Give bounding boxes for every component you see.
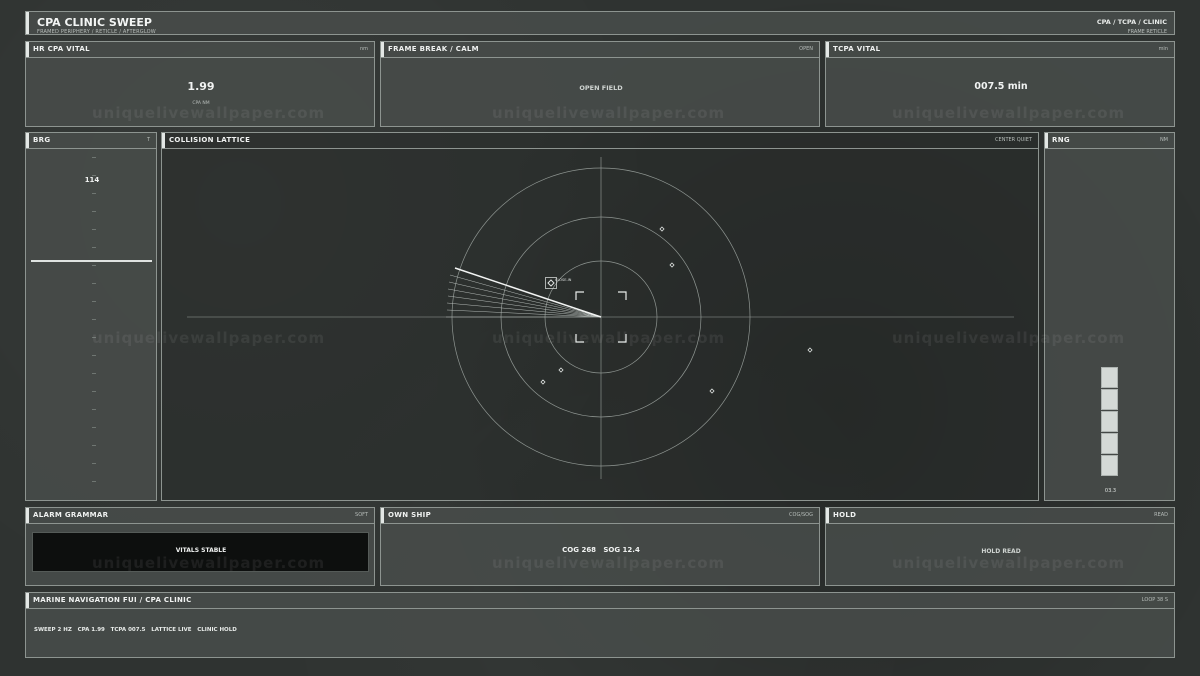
panel-header: ALARM GRAMMAR SOFT (26, 508, 374, 524)
contact-marker (807, 347, 813, 353)
contact-label: CLOSE-IN (555, 278, 572, 282)
bearing-tick (92, 265, 96, 266)
hold-panel: HOLD READ HOLD READ (825, 507, 1175, 586)
frame-break-panel: FRAME BREAK / CALM OPEN OPEN FIELD (380, 41, 820, 127)
breadcrumb[interactable]: CPA / TCPA / CLINIC (1097, 18, 1167, 26)
panel-header: HOLD READ (826, 508, 1174, 524)
bearing-tick (92, 319, 96, 320)
panel-header: BRG T (26, 133, 156, 149)
bearing-tick (92, 427, 96, 428)
panel-title: BRG (33, 136, 51, 144)
contact-marker (659, 226, 665, 232)
range-value: 03.3 (1104, 488, 1117, 494)
contact-marker (558, 367, 564, 373)
bearing-tick (92, 175, 96, 176)
range-bar-segment (1101, 389, 1118, 410)
range-bar-segment (1101, 433, 1118, 454)
frame-value: OPEN FIELD (579, 84, 623, 92)
panel-header: HR CPA VITAL nm (26, 42, 374, 58)
range-bar-segment (1101, 411, 1118, 432)
panel-title: RNG (1052, 136, 1070, 144)
panel-title: HR CPA VITAL (33, 45, 90, 53)
bearing-tick (92, 337, 96, 338)
bearing-tick (92, 355, 96, 356)
panel-header: COLLISION LATTICE CENTER QUIET (162, 133, 1038, 149)
hold-value: HOLD READ (981, 548, 1021, 555)
tcpa-value: 007.5 min (974, 81, 1028, 92)
contact-marker (709, 388, 715, 394)
alarm-status: VITALS STABLE (175, 547, 227, 554)
panel-tag: NM (1159, 137, 1168, 143)
cpa-value: 1.99 (187, 80, 215, 93)
bearing-tick (92, 247, 96, 248)
sweep-afterglow (446, 274, 602, 318)
panel-header: TCPA VITAL min (826, 42, 1174, 58)
bearing-tick (92, 463, 96, 464)
panel-tag: SOFT (355, 512, 368, 518)
bearing-panel: BRG T 114 (25, 132, 157, 501)
contact-target (547, 279, 555, 287)
bearing-tick (92, 373, 96, 374)
bearing-tick (92, 409, 96, 410)
bearing-value: 114 (84, 176, 100, 184)
panel-tag: CENTER QUIET (995, 137, 1032, 143)
bearing-tick (92, 481, 96, 482)
range-bar-segment (1101, 455, 1118, 476)
panel-title: MARINE NAVIGATION FUI / CPA CLINIC (33, 596, 192, 604)
panel-title: COLLISION LATTICE (169, 136, 251, 144)
panel-title: TCPA VITAL (833, 45, 881, 53)
range-panel: RNG NM 03.3 (1044, 132, 1175, 501)
app-subtitle: FRAMED PERIPHERY / RETICLE / AFTERGLOW (37, 29, 156, 35)
bearing-cursor[interactable] (31, 260, 152, 262)
panel-title: OWN SHIP (388, 511, 432, 519)
panel-title: FRAME BREAK / CALM (388, 45, 479, 53)
panel-tag: nm (359, 46, 368, 52)
panel-tag: min (1158, 46, 1168, 52)
contact-marker (540, 379, 546, 385)
panel-tag: T (146, 137, 150, 143)
panel-title: ALARM GRAMMAR (33, 511, 109, 519)
own-ship-value: COG 268 SOG 12.4 (562, 546, 640, 554)
status-line: SWEEP 2 HZ CPA 1.99 TCPA 007.5 LATTICE L… (34, 627, 237, 633)
bearing-tick (92, 211, 96, 212)
panel-header: OWN SHIP COG/SOG (381, 508, 819, 524)
footer-panel: MARINE NAVIGATION FUI / CPA CLINIC LOOP … (25, 592, 1175, 658)
panel-tag: LOOP 38 S (1141, 597, 1168, 603)
bearing-tick (92, 283, 96, 284)
collision-lattice-panel: COLLISION LATTICE CENTER QUIET CLOSE-IN (161, 132, 1039, 501)
panel-tag: READ (1154, 512, 1168, 518)
bearing-tick (92, 157, 96, 158)
bearing-tick (92, 301, 96, 302)
app-title: CPA CLINIC SWEEP (37, 16, 152, 29)
tcpa-vital-panel: TCPA VITAL min 007.5 min (825, 41, 1175, 127)
own-ship-panel: OWN SHIP COG/SOG COG 268 SOG 12.4 (380, 507, 820, 586)
panel-tag: COG/SOG (789, 512, 813, 518)
contact-marker (669, 262, 675, 268)
bearing-tick (92, 193, 96, 194)
radar-scope[interactable]: CLOSE-IN (162, 149, 1038, 500)
panel-header: RNG NM (1045, 133, 1174, 149)
app-header: CPA CLINIC SWEEP FRAMED PERIPHERY / RETI… (25, 11, 1175, 35)
panel-tag: OPEN (799, 46, 813, 52)
panel-header: FRAME BREAK / CALM OPEN (381, 42, 819, 58)
range-bar-segment (1101, 367, 1118, 388)
panel-title: HOLD (833, 511, 857, 519)
bearing-tick (92, 391, 96, 392)
alarm-grammar-panel: ALARM GRAMMAR SOFT VITALS STABLE (25, 507, 375, 586)
bearing-tick (92, 229, 96, 230)
breadcrumb-sub: FRAME RETICLE (1127, 29, 1167, 35)
cpa-caption: CPA NM (192, 101, 210, 106)
panel-header: MARINE NAVIGATION FUI / CPA CLINIC LOOP … (26, 593, 1174, 609)
bearing-tick (92, 445, 96, 446)
cpa-vital-panel: HR CPA VITAL nm 1.99 CPA NM (25, 41, 375, 127)
